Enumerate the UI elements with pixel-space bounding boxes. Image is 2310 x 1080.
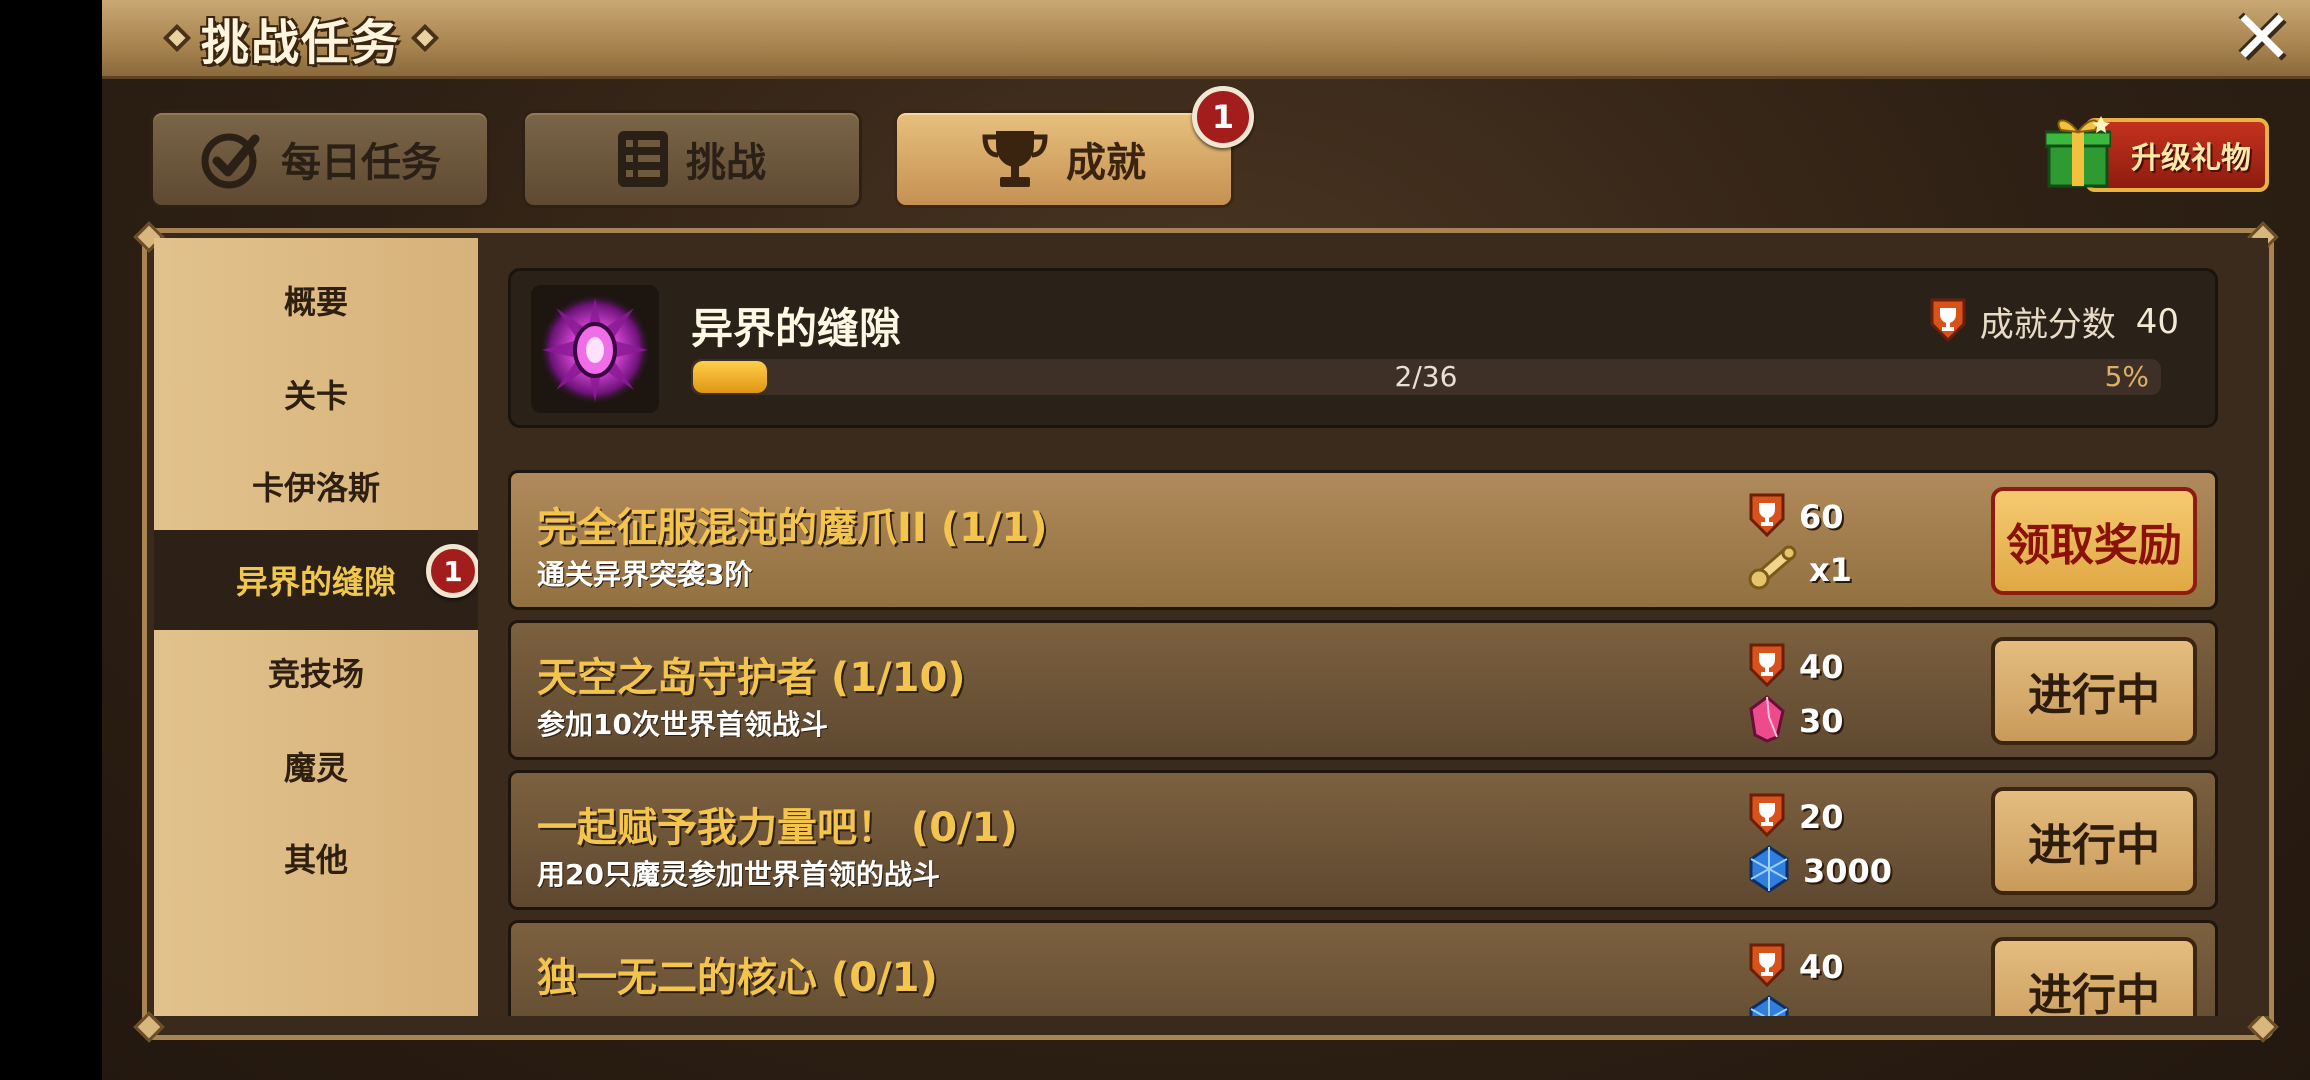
level-up-gift-button[interactable]: 升级礼物	[2037, 106, 2272, 206]
blue-crystal-icon	[1747, 845, 1791, 897]
close-button[interactable]: ✕	[2228, 0, 2296, 81]
trophy-badge-icon	[1747, 943, 1787, 991]
close-icon: ✕	[2230, 0, 2293, 81]
progress-count: 2/36	[1394, 360, 1458, 393]
points-value: 20	[1799, 798, 1844, 836]
trophy-badge-icon	[1928, 298, 1968, 346]
category-header: 异界的缝隙 成就分数 40 2/36 5%	[508, 268, 2218, 428]
points-value: 40	[1799, 648, 1844, 686]
item-reward: 3000	[1747, 845, 1892, 897]
achievement-row: 天空之岛守护者 (1/10) 参加10次世界首领战斗 40 30 进行中	[508, 620, 2218, 760]
achievement-desc: 参加10次世界首领战斗	[537, 708, 828, 741]
achievement-row: 一起赋予我力量吧！ (0/1) 用20只魔灵参加世界首领的战斗 20 3000 …	[508, 770, 2218, 910]
notification-badge: 1	[1192, 86, 1254, 148]
trophy-badge-icon	[1747, 493, 1787, 541]
achievement-desc: 用20只魔灵参加世界首领的战斗	[537, 858, 940, 891]
title-bar: 挑战任务 ✕	[102, 0, 2310, 79]
sidebar-item-label: 竞技场	[267, 655, 364, 693]
score-value: 40	[2135, 301, 2179, 342]
sidebar-item-monsters[interactable]: 魔灵	[154, 720, 478, 812]
diamond-ornament-icon	[162, 23, 192, 53]
gift-label: 升级礼物	[2131, 141, 2251, 176]
achievement-title: 独一无二的核心 (0/1)	[537, 955, 938, 1001]
in-progress-button[interactable]: 进行中	[1991, 787, 2197, 895]
in-progress-button[interactable]: 进行中	[1991, 937, 2197, 1016]
points-reward: 40	[1747, 943, 1844, 991]
list-icon	[618, 131, 668, 187]
claim-reward-button[interactable]: 领取奖励	[1991, 487, 2197, 595]
item-reward: 30	[1747, 695, 1844, 747]
achievement-title: 完全征服混沌的魔爪II (1/1)	[537, 505, 1048, 551]
item-count: x1	[1809, 551, 1852, 589]
check-circle-icon	[199, 127, 263, 191]
sidebar-item-cairos[interactable]: 卡伊洛斯	[154, 440, 478, 532]
tab-challenge[interactable]: 挑战	[522, 110, 862, 208]
sidebar-item-label: 概要	[283, 283, 348, 321]
sidebar-item-arena[interactable]: 竞技场	[154, 626, 478, 718]
achievement-row: 完全征服混沌的魔爪II (1/1) 通关异界突袭3阶 60 x1 领取奖励	[508, 470, 2218, 610]
score-label: 成就分数	[1979, 305, 2116, 345]
category-title: 异界的缝隙	[691, 304, 902, 353]
tab-label: 每日任务	[281, 140, 441, 186]
tab-daily-missions[interactable]: 每日任务	[150, 110, 490, 208]
item-count: 30	[1799, 702, 1844, 740]
category-sidebar: 概要 关卡 卡伊洛斯 异界的缝隙 竞技场 魔灵 其他	[154, 238, 478, 1016]
scroll-icon	[1747, 545, 1797, 595]
sidebar-item-other[interactable]: 其他	[154, 812, 478, 904]
sidebar-item-label: 魔灵	[283, 749, 348, 787]
diamond-ornament-icon	[410, 23, 440, 53]
achievement-row: 独一无二的核心 (0/1) 40 进行中	[508, 920, 2218, 1016]
sidebar-item-label: 卡伊洛斯	[251, 469, 380, 507]
progress-percent: 5%	[2104, 360, 2149, 393]
sidebar-item-label: 其他	[283, 841, 348, 879]
tab-achievements[interactable]: 成就	[894, 110, 1234, 208]
achievement-list-panel: 异界的缝隙 成就分数 40 2/36 5% 完全征服混沌的魔爪II (1/1) …	[478, 238, 2268, 1016]
notification-badge: 1	[426, 544, 480, 598]
trophy-badge-icon	[1747, 793, 1787, 841]
item-reward	[1747, 995, 1791, 1016]
tab-label: 成就	[1066, 140, 1146, 186]
gift-box-icon	[2043, 112, 2113, 190]
tab-label: 挑战	[686, 140, 766, 186]
points-value: 40	[1799, 948, 1844, 986]
achievement-score: 成就分数 40	[1928, 297, 2179, 346]
rift-orb-icon	[531, 285, 659, 413]
sidebar-item-overview[interactable]: 概要	[154, 254, 478, 346]
achievement-title: 天空之岛守护者 (1/10)	[537, 655, 966, 701]
points-value: 60	[1799, 498, 1844, 536]
points-reward: 20	[1747, 793, 1844, 841]
sidebar-item-stages[interactable]: 关卡	[154, 348, 478, 440]
in-progress-button[interactable]: 进行中	[1991, 637, 2197, 745]
category-progress-bar: 2/36 5%	[691, 359, 2161, 395]
trophy-icon	[982, 129, 1048, 189]
trophy-badge-icon	[1747, 643, 1787, 691]
item-count: 3000	[1803, 852, 1893, 890]
sidebar-item-label: 异界的缝隙	[235, 563, 396, 601]
achievement-desc: 通关异界突袭3阶	[537, 558, 753, 591]
item-reward: x1	[1747, 545, 1852, 595]
points-reward: 40	[1747, 643, 1844, 691]
achievement-title: 一起赋予我力量吧！ (0/1)	[537, 805, 1018, 851]
window-title: 挑战任务	[201, 15, 402, 71]
achievement-window: 挑战任务 ✕ 每日任务 挑战 成就 1 升级礼物 概要 关卡 卡伊洛斯 异界的缝…	[102, 0, 2310, 1080]
blue-crystal-icon	[1747, 995, 1791, 1016]
title-group: 挑战任务	[162, 6, 440, 71]
gift-plate: 升级礼物	[2085, 118, 2269, 192]
pink-crystal-icon	[1747, 695, 1787, 747]
points-reward: 60	[1747, 493, 1844, 541]
sidebar-item-label: 关卡	[283, 377, 348, 415]
